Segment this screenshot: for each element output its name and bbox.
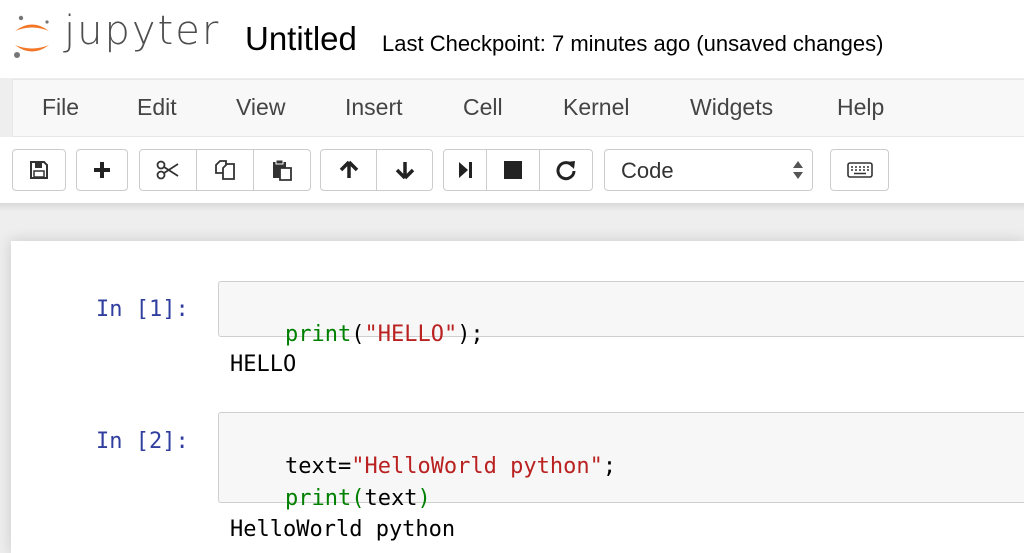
code-token: ); (457, 322, 484, 347)
jupyter-logo-icon[interactable] (12, 14, 52, 60)
save-button[interactable] (12, 149, 66, 191)
command-palette-button[interactable] (830, 149, 889, 191)
cell-1-prompt: In [1]: (96, 297, 189, 322)
code-token: print (284, 486, 352, 511)
menubar: File Edit View Insert Cell Kernel Widget… (12, 79, 1024, 137)
cell-1-output: HELLO (230, 352, 297, 377)
paste-icon (273, 159, 292, 181)
code-token: ) (417, 486, 431, 511)
copy-button[interactable] (196, 149, 254, 191)
scissors-icon (156, 160, 179, 180)
insert-group (76, 149, 128, 191)
menu-insert[interactable]: Insert (345, 94, 403, 121)
arrow-up-icon (339, 160, 358, 178)
code-token: ; (602, 454, 617, 479)
cell-type-value: Code (621, 158, 674, 183)
menu-view[interactable]: View (236, 94, 285, 121)
menu-cell[interactable]: Cell (463, 94, 503, 121)
menu-widgets[interactable]: Widgets (690, 94, 773, 121)
cell-2-output: HelloWorld python (230, 517, 456, 542)
header-shadow (0, 203, 1024, 211)
code-token: ( (351, 486, 365, 511)
code-token: text (364, 486, 418, 511)
move-down-button[interactable] (376, 149, 433, 191)
move-group (320, 149, 433, 191)
menu-file[interactable]: File (42, 94, 79, 121)
plus-icon (94, 162, 110, 178)
cell-type-select[interactable]: Code (604, 149, 813, 191)
insert-cell-button[interactable] (76, 149, 128, 191)
stop-icon (504, 161, 522, 179)
copy-icon (215, 160, 235, 180)
run-group (443, 149, 593, 191)
cell-1-input[interactable]: print("HELLO"); (218, 281, 1024, 347)
notebook-name[interactable]: Untitled (245, 20, 357, 58)
code-token: ( (351, 322, 365, 347)
menu-help[interactable]: Help (837, 94, 884, 121)
code-token: print (284, 322, 352, 347)
menu-kernel[interactable]: Kernel (563, 94, 629, 121)
run-icon (459, 162, 472, 178)
header: jupyter Untitled Last Checkpoint: 7 minu… (0, 0, 1024, 78)
keyboard-icon (846, 162, 873, 178)
cell-2-input[interactable]: text="HelloWorld python"; print(text) (218, 412, 1024, 511)
save-icon (30, 161, 48, 179)
restart-button[interactable] (539, 149, 593, 191)
cut-button[interactable] (139, 149, 197, 191)
logo-text[interactable]: jupyter (64, 8, 220, 54)
code-token: "HELLO" (364, 322, 458, 347)
paste-button[interactable] (253, 149, 311, 191)
save-group (12, 149, 66, 191)
clipboard-group (139, 149, 311, 191)
keyboard-group (830, 149, 889, 191)
cell-2-prompt: In [2]: (96, 429, 189, 454)
move-up-button[interactable] (320, 149, 377, 191)
arrow-down-icon (395, 162, 414, 180)
select-arrows-icon (793, 161, 803, 179)
menu-edit[interactable]: Edit (137, 94, 177, 121)
run-button[interactable] (443, 149, 487, 191)
toolbar (0, 137, 1024, 203)
restart-icon (556, 161, 576, 181)
interrupt-button[interactable] (486, 149, 540, 191)
checkpoint-status: Last Checkpoint: 7 minutes ago (unsaved … (382, 31, 884, 56)
